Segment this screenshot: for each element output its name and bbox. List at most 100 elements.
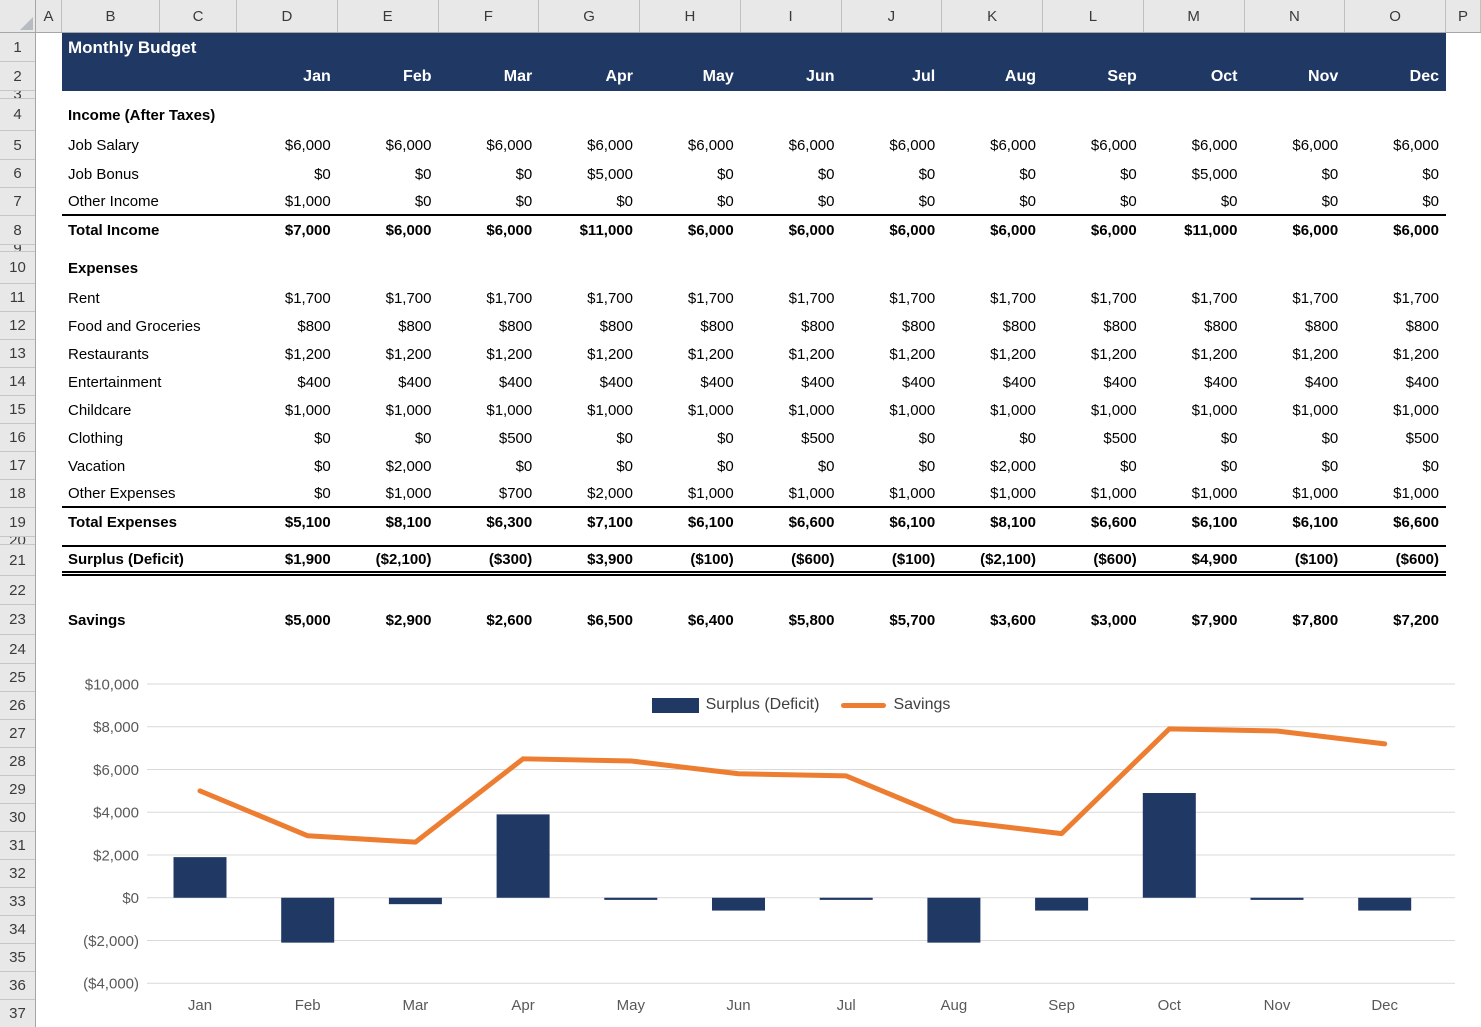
cell-total-income-mar[interactable]: $6,000 — [439, 222, 540, 239]
cell-other-expenses-aug[interactable]: $1,000 — [942, 485, 1043, 502]
cell-childcare-jan[interactable]: $1,000 — [237, 402, 338, 419]
cell-total-income-apr[interactable]: $11,000 — [539, 222, 640, 239]
cell-clothing-may[interactable]: $0 — [640, 430, 741, 447]
cell-other-expenses-dec[interactable]: $1,000 — [1345, 485, 1446, 502]
col-header-J[interactable]: J — [842, 0, 943, 32]
cell-job-bonus-jul[interactable]: $0 — [842, 166, 943, 183]
col-header-G[interactable]: G — [539, 0, 640, 32]
cell-clothing-jan[interactable]: $0 — [237, 430, 338, 447]
month-header-feb[interactable]: Feb — [338, 62, 439, 91]
cell-surplus-deficit-apr[interactable]: $3,900 — [539, 551, 640, 568]
cell-total-expenses-mar[interactable]: $6,300 — [439, 514, 540, 531]
cell-job-bonus-dec[interactable]: $0 — [1345, 166, 1446, 183]
row-header-15[interactable]: 15 — [0, 396, 35, 424]
cell-job-bonus-apr[interactable]: $5,000 — [539, 166, 640, 183]
cell-other-income-apr[interactable]: $0 — [539, 193, 640, 210]
cell-savings-jul[interactable]: $5,700 — [842, 612, 943, 629]
cell-rent-jun[interactable]: $1,700 — [741, 290, 842, 307]
row-header-6[interactable]: 6 — [0, 160, 35, 188]
cell-other-expenses-jan[interactable]: $0 — [237, 485, 338, 502]
row-header-20[interactable]: 20 — [0, 537, 35, 545]
row-label-food-and-groceries[interactable]: Food and Groceries — [62, 318, 237, 335]
cell-entertainment-dec[interactable]: $400 — [1345, 374, 1446, 391]
cell-job-bonus-jun[interactable]: $0 — [741, 166, 842, 183]
row-header-23[interactable]: 23 — [0, 605, 35, 635]
month-header-mar[interactable]: Mar — [439, 62, 540, 91]
row-label-total-expenses[interactable]: Total Expenses — [62, 514, 237, 531]
cell-restaurants-mar[interactable]: $1,200 — [439, 346, 540, 363]
cell-food-and-groceries-jul[interactable]: $800 — [842, 318, 943, 335]
row-header-11[interactable]: 11 — [0, 284, 35, 312]
row-label-job-bonus[interactable]: Job Bonus — [62, 166, 237, 183]
cell-vacation-jan[interactable]: $0 — [237, 458, 338, 475]
row-header-10[interactable]: 10 — [0, 252, 35, 284]
cell-total-income-may[interactable]: $6,000 — [640, 222, 741, 239]
col-header-F[interactable]: F — [439, 0, 540, 32]
cell-total-expenses-dec[interactable]: $6,600 — [1345, 514, 1446, 531]
cell-other-income-oct[interactable]: $0 — [1144, 193, 1245, 210]
cell-other-income-feb[interactable]: $0 — [338, 193, 439, 210]
cell-total-expenses-jan[interactable]: $5,100 — [237, 514, 338, 531]
cell-other-income-sep[interactable]: $0 — [1043, 193, 1144, 210]
row-header-18[interactable]: 18 — [0, 480, 35, 508]
row-label-job-salary[interactable]: Job Salary — [62, 137, 237, 154]
cell-total-expenses-aug[interactable]: $8,100 — [942, 514, 1043, 531]
col-header-E[interactable]: E — [338, 0, 439, 32]
col-header-C[interactable]: C — [160, 0, 237, 32]
col-header-A[interactable]: A — [36, 0, 62, 32]
cell-total-income-nov[interactable]: $6,000 — [1245, 222, 1346, 239]
row-header-30[interactable]: 30 — [0, 804, 35, 832]
cell-surplus-deficit-oct[interactable]: $4,900 — [1144, 551, 1245, 568]
cell-surplus-deficit-sep[interactable]: ($600) — [1043, 551, 1144, 568]
cell-total-income-jan[interactable]: $7,000 — [237, 222, 338, 239]
cell-food-and-groceries-aug[interactable]: $800 — [942, 318, 1043, 335]
col-header-L[interactable]: L — [1043, 0, 1144, 32]
cell-restaurants-jan[interactable]: $1,200 — [237, 346, 338, 363]
cell-rent-feb[interactable]: $1,700 — [338, 290, 439, 307]
cell-rent-nov[interactable]: $1,700 — [1245, 290, 1346, 307]
month-header-sep[interactable]: Sep — [1043, 62, 1144, 91]
cell-job-bonus-feb[interactable]: $0 — [338, 166, 439, 183]
cell-entertainment-jul[interactable]: $400 — [842, 374, 943, 391]
row-label-income-after-taxes[interactable]: Income (After Taxes) — [62, 107, 237, 124]
row-header-3[interactable]: 3 — [0, 91, 35, 99]
cell-job-bonus-nov[interactable]: $0 — [1245, 166, 1346, 183]
cell-restaurants-apr[interactable]: $1,200 — [539, 346, 640, 363]
cell-surplus-deficit-nov[interactable]: ($100) — [1245, 551, 1346, 568]
col-header-O[interactable]: O — [1345, 0, 1446, 32]
cell-other-expenses-jul[interactable]: $1,000 — [842, 485, 943, 502]
cell-other-expenses-sep[interactable]: $1,000 — [1043, 485, 1144, 502]
row-header-14[interactable]: 14 — [0, 368, 35, 396]
cell-other-income-dec[interactable]: $0 — [1345, 193, 1446, 210]
cell-job-salary-jun[interactable]: $6,000 — [741, 137, 842, 154]
cell-surplus-deficit-mar[interactable]: ($300) — [439, 551, 540, 568]
cell-total-income-oct[interactable]: $11,000 — [1144, 222, 1245, 239]
row-header-29[interactable]: 29 — [0, 776, 35, 804]
cell-restaurants-sep[interactable]: $1,200 — [1043, 346, 1144, 363]
cell-savings-nov[interactable]: $7,800 — [1245, 612, 1346, 629]
row-header-16[interactable]: 16 — [0, 424, 35, 452]
cell-food-and-groceries-may[interactable]: $800 — [640, 318, 741, 335]
cell-clothing-jul[interactable]: $0 — [842, 430, 943, 447]
cell-total-income-sep[interactable]: $6,000 — [1043, 222, 1144, 239]
cell-other-income-nov[interactable]: $0 — [1245, 193, 1346, 210]
cell-total-expenses-feb[interactable]: $8,100 — [338, 514, 439, 531]
cell-other-income-jan[interactable]: $1,000 — [237, 193, 338, 210]
row-label-restaurants[interactable]: Restaurants — [62, 346, 237, 363]
col-header-I[interactable]: I — [741, 0, 842, 32]
cell-rent-jul[interactable]: $1,700 — [842, 290, 943, 307]
row-header-19[interactable]: 19 — [0, 508, 35, 537]
cell-restaurants-jun[interactable]: $1,200 — [741, 346, 842, 363]
month-header-may[interactable]: May — [640, 62, 741, 91]
title-band[interactable]: Monthly Budget JanFebMarAprMayJunJulAugS… — [62, 33, 1446, 91]
cell-entertainment-apr[interactable]: $400 — [539, 374, 640, 391]
row-label-rent[interactable]: Rent — [62, 290, 237, 307]
cell-surplus-deficit-jun[interactable]: ($600) — [741, 551, 842, 568]
cell-food-and-groceries-oct[interactable]: $800 — [1144, 318, 1245, 335]
cell-rent-dec[interactable]: $1,700 — [1345, 290, 1446, 307]
cell-vacation-nov[interactable]: $0 — [1245, 458, 1346, 475]
cell-restaurants-oct[interactable]: $1,200 — [1144, 346, 1245, 363]
cell-clothing-nov[interactable]: $0 — [1245, 430, 1346, 447]
row-header-5[interactable]: 5 — [0, 131, 35, 160]
cell-clothing-oct[interactable]: $0 — [1144, 430, 1245, 447]
